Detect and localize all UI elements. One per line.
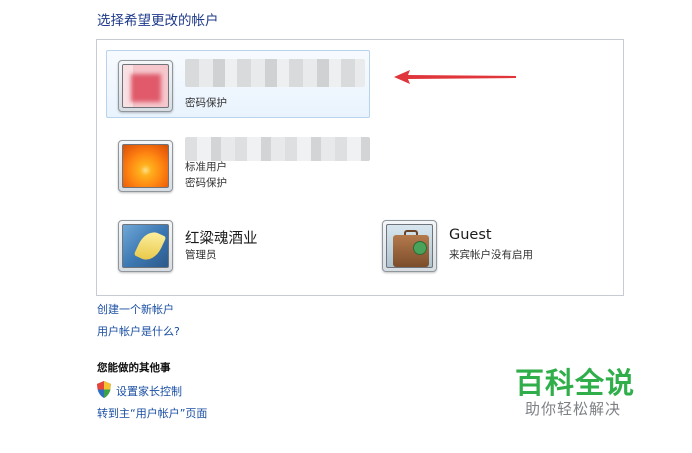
leaf-avatar-image: [122, 224, 169, 268]
account-detail: 密码保护: [185, 177, 227, 189]
account-avatar: [382, 220, 437, 272]
go-to-main-page-link[interactable]: 转到主“用户帐户”页面: [97, 405, 207, 421]
user-accounts-window: 选择希望更改的帐户 密码保护 标准用户 密码保护 红粱魂酒业 管理员 Guest…: [0, 0, 692, 453]
pixelated-avatar-image: [122, 64, 169, 108]
account-name: Guest: [449, 227, 492, 243]
account-tile-guest[interactable]: Guest 来宾帐户没有启用: [370, 210, 610, 278]
blurred-account-name: [185, 137, 370, 161]
create-account-link[interactable]: 创建一个新帐户: [97, 301, 174, 317]
other-tasks-title: 您能做的其他事: [97, 362, 171, 374]
what-is-account-link[interactable]: 用户帐户是什么?: [97, 323, 180, 339]
account-type: 管理员: [185, 249, 217, 261]
briefcase-avatar-image: [386, 224, 433, 268]
page-title: 选择希望更改的帐户: [97, 13, 219, 29]
flower-avatar-image: [122, 144, 169, 188]
parental-controls-link[interactable]: 设置家长控制: [116, 383, 182, 399]
account-status: 来宾帐户没有启用: [449, 249, 533, 261]
watermark-title: 百科全说: [515, 366, 636, 400]
account-tile-2[interactable]: 标准用户 密码保护: [106, 130, 370, 198]
account-avatar: [118, 220, 173, 272]
account-tile-1[interactable]: 密码保护: [106, 50, 370, 118]
watermark-subtitle: 助你轻松解决: [525, 400, 622, 418]
account-tile-3[interactable]: 红粱魂酒业 管理员: [106, 210, 370, 278]
account-type: 标准用户: [185, 161, 227, 173]
account-detail: 密码保护: [185, 97, 227, 109]
annotation-arrow-icon: [394, 70, 516, 84]
leaf-icon: [133, 227, 167, 265]
account-avatar: [118, 60, 173, 112]
blurred-account-name: [185, 59, 365, 87]
shield-icon: [97, 381, 111, 398]
accounts-panel: 密码保护 标准用户 密码保护 红粱魂酒业 管理员 Guest 来宾帐户没有启用: [96, 39, 624, 296]
account-name: 红粱魂酒业: [185, 231, 258, 247]
account-avatar: [118, 140, 173, 192]
